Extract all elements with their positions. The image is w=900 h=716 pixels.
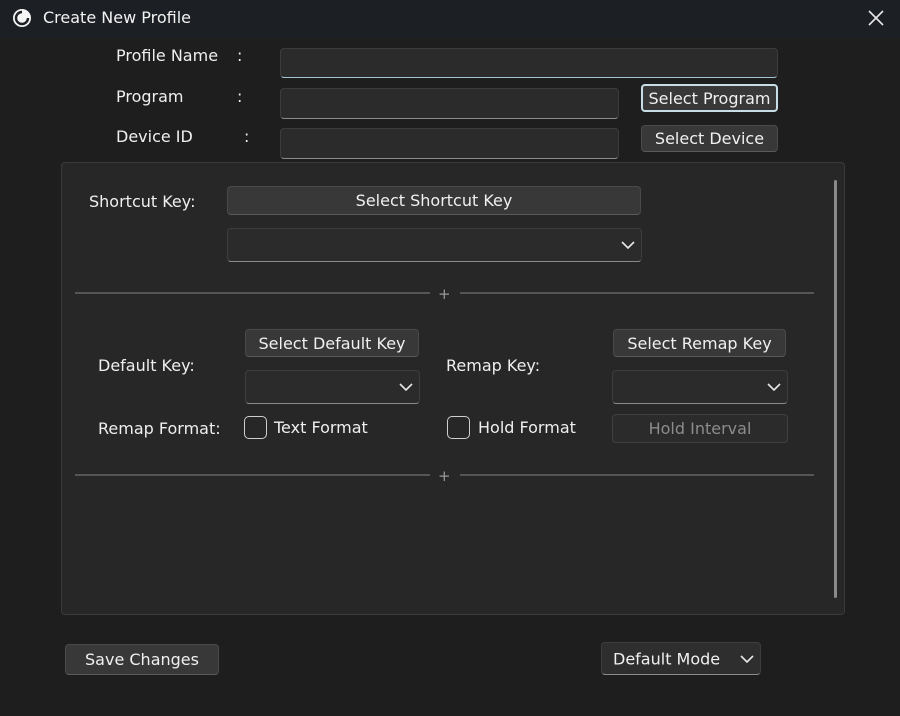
hold-format-label[interactable]: Hold Format (478, 418, 576, 437)
default-key-dropdown[interactable] (245, 370, 420, 404)
program-label: Program (116, 87, 184, 106)
select-remap-key-button[interactable]: Select Remap Key (613, 329, 786, 357)
add-section-icon[interactable]: + (438, 467, 451, 485)
section-divider-right (460, 292, 814, 294)
mode-dropdown-value: Default Mode (613, 649, 721, 668)
chevron-down-icon (767, 383, 781, 392)
remap-key-label: Remap Key: (446, 356, 541, 375)
shortcut-key-label: Shortcut Key: (89, 192, 196, 211)
device-id-colon: : (244, 127, 250, 146)
select-program-button[interactable]: Select Program (641, 84, 778, 112)
add-section-icon[interactable]: + (438, 285, 451, 303)
section-divider-left (75, 292, 430, 294)
program-input[interactable] (281, 89, 618, 118)
device-id-field[interactable] (280, 128, 619, 159)
text-format-checkbox[interactable] (244, 416, 267, 439)
mode-dropdown[interactable]: Default Mode (601, 642, 761, 675)
window-title: Create New Profile (43, 8, 191, 27)
profile-name-label: Profile Name (116, 46, 219, 65)
default-key-label: Default Key: (98, 356, 195, 375)
chevron-down-icon (399, 383, 413, 392)
select-shortcut-key-button[interactable]: Select Shortcut Key (227, 186, 641, 215)
hold-format-checkbox[interactable] (447, 416, 470, 439)
panel-scrollbar[interactable] (834, 180, 837, 598)
text-format-label[interactable]: Text Format (274, 418, 368, 437)
select-device-button[interactable]: Select Device (641, 125, 778, 152)
device-id-input[interactable] (281, 129, 618, 158)
shortcut-key-dropdown[interactable] (227, 228, 642, 262)
profile-name-colon: : (237, 46, 243, 65)
select-default-key-button[interactable]: Select Default Key (245, 329, 419, 357)
program-field[interactable] (280, 88, 619, 119)
section-divider-left (75, 474, 430, 476)
chevron-down-icon (740, 654, 754, 663)
device-id-label: Device ID (116, 127, 193, 146)
program-colon: : (237, 87, 243, 106)
chevron-down-icon (621, 241, 635, 250)
title-bar: Create New Profile (0, 0, 900, 38)
profile-name-input[interactable] (281, 49, 777, 77)
app-logo-icon (13, 9, 31, 27)
save-changes-button[interactable]: Save Changes (65, 644, 219, 675)
section-divider-right (460, 474, 814, 476)
hold-interval-field: Hold Interval (612, 414, 788, 443)
remap-key-dropdown[interactable] (612, 370, 788, 404)
close-icon[interactable] (864, 6, 888, 30)
profile-name-field[interactable] (280, 48, 778, 78)
remap-format-label: Remap Format: (98, 419, 221, 438)
